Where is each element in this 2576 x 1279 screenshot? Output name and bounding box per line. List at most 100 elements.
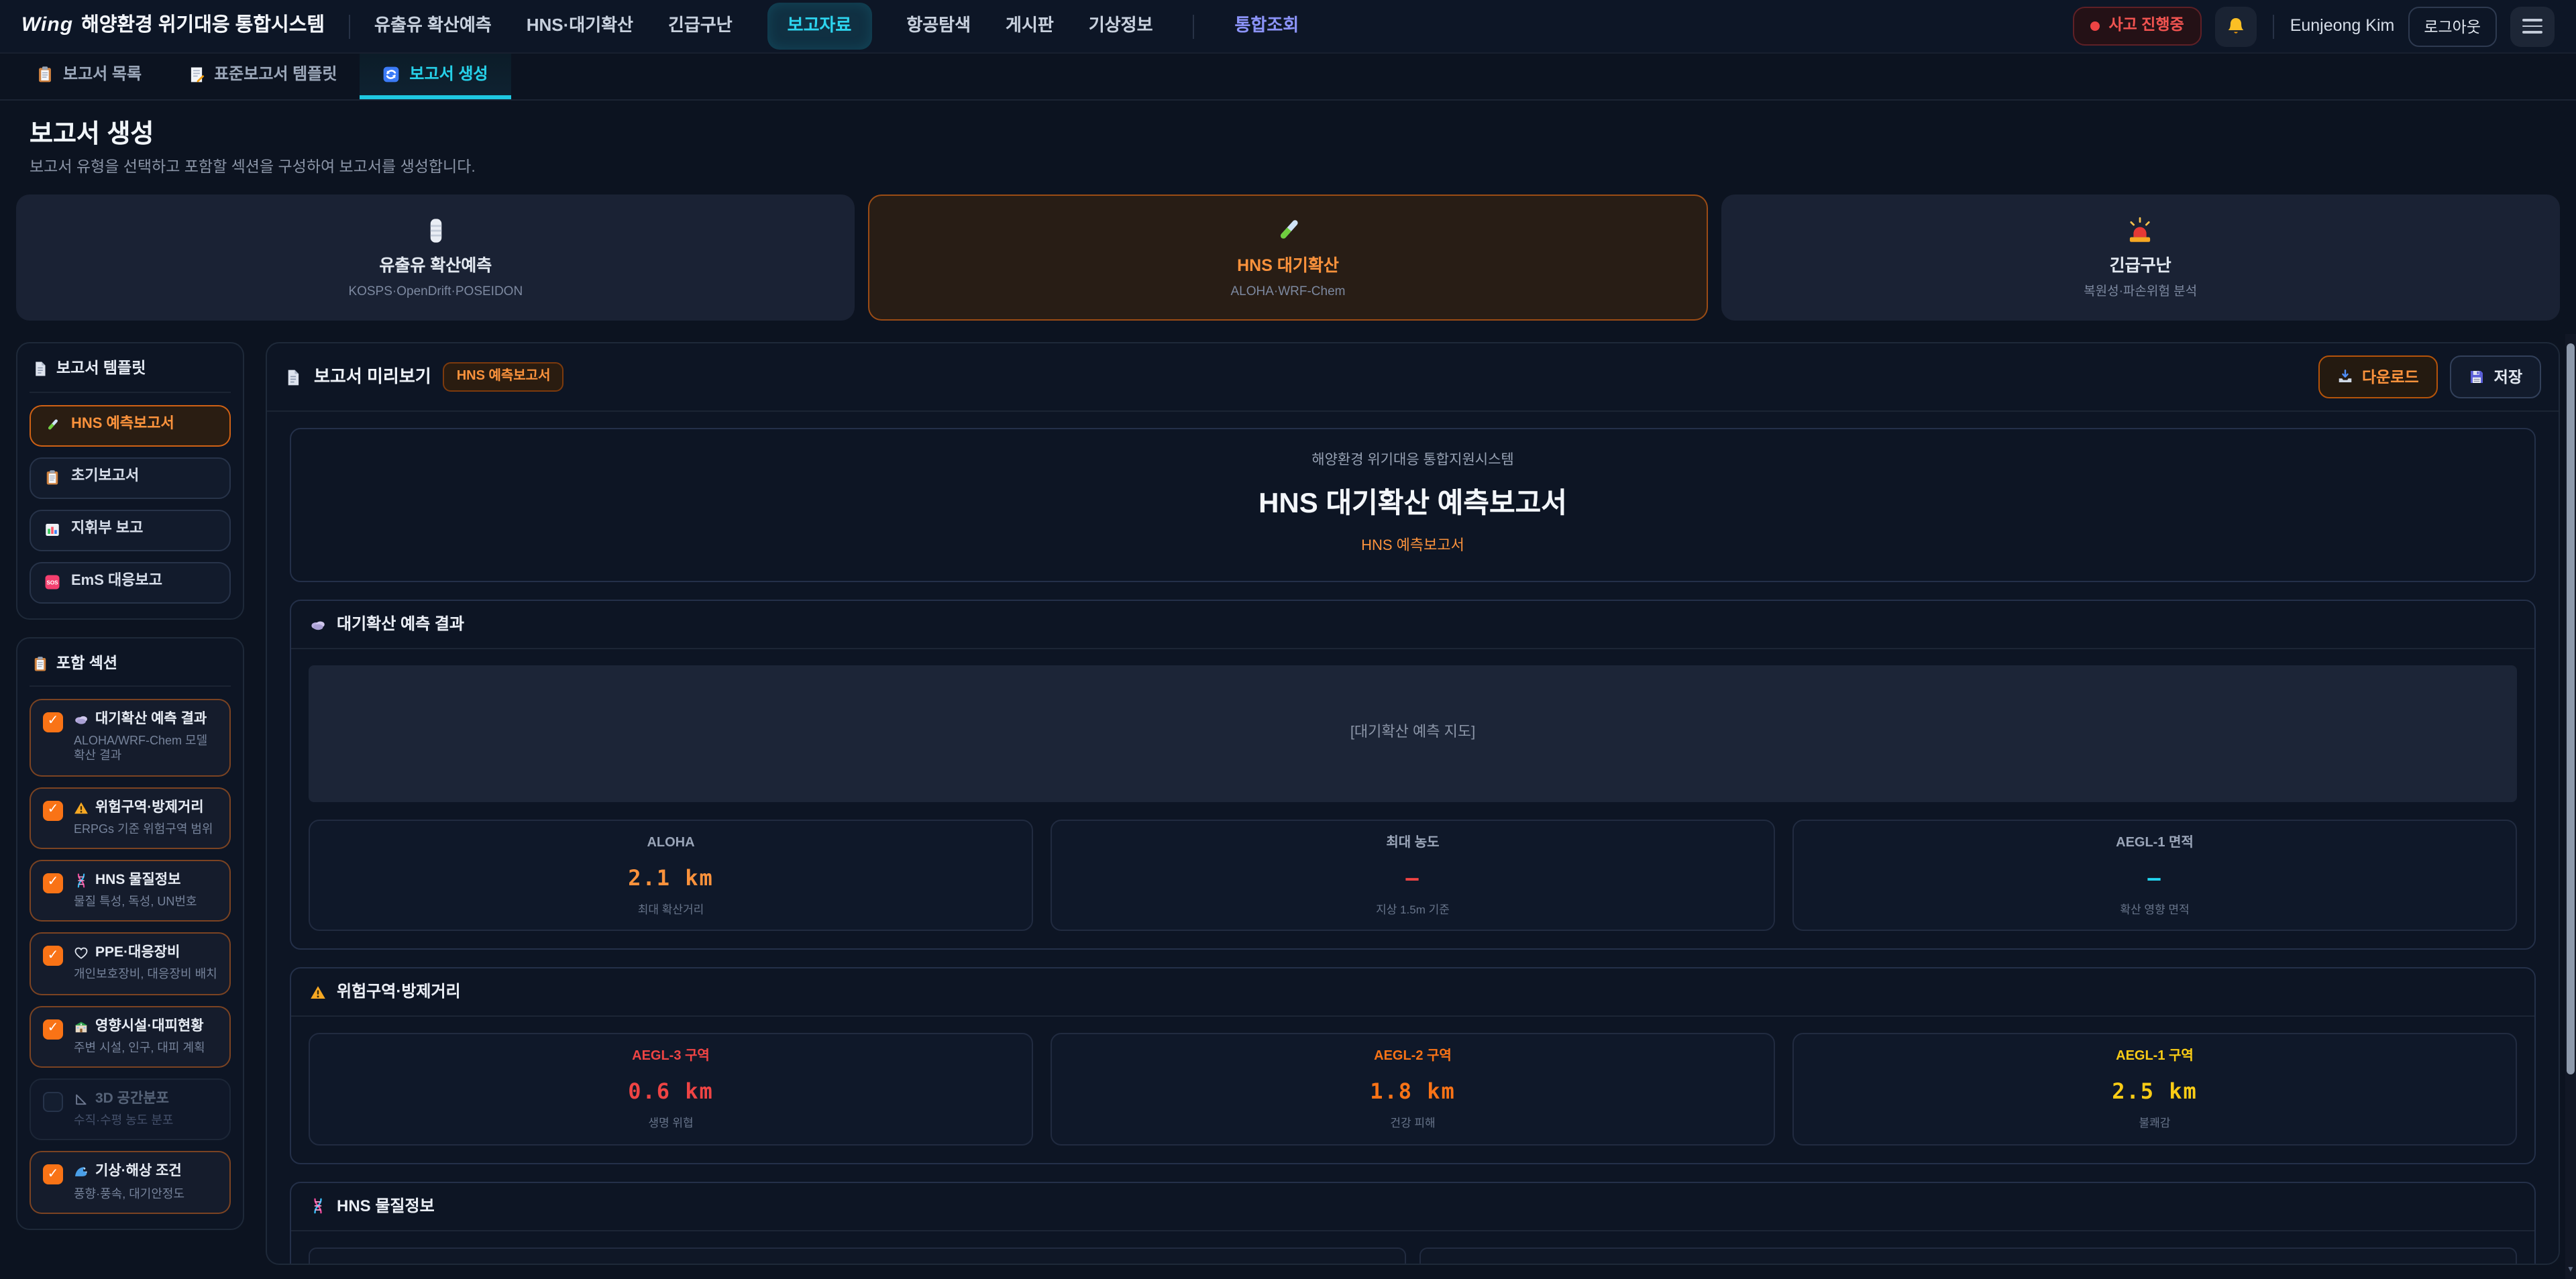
vertical-scrollbar[interactable]: ▼	[2565, 334, 2576, 1279]
doc-section-dispersion: 대기확산 예측 결과 [대기확산 예측 지도] ALOHA 2.1 km 최대 …	[290, 600, 2536, 950]
checkbox-checked[interactable]: ✓	[43, 800, 63, 820]
clipboard-icon	[32, 655, 48, 671]
dna-icon	[74, 873, 89, 888]
download-button[interactable]: 다운로드	[2318, 355, 2438, 398]
section-item-title: 위험구역·방제거리	[95, 799, 204, 816]
section-item-danger-zone[interactable]: ✓ 위험구역·방제거리 ERPGs 기준 위험구역 범위	[30, 787, 231, 849]
test-tube-icon	[1273, 216, 1303, 245]
template-item-ems[interactable]: SOS EmS 대응보고	[30, 561, 231, 603]
hamburger-icon	[2522, 19, 2542, 21]
notification-button[interactable]	[2215, 6, 2257, 46]
sections-panel-title: 포함 섹션	[56, 654, 117, 673]
main-nav: 유출유 확산예측 HNS·대기확산 긴급구난 보고자료 항공탐색 게시판 기상정…	[374, 3, 1299, 50]
sections-panel: 포함 섹션 ✓ 대기확산 예측 결과 ALOHA/WRF-Chem 모델 확산	[16, 636, 244, 1230]
type-card-oil-spill[interactable]: 유출유 확산예측 KOSPS·OpenDrift·POSEIDON	[16, 194, 855, 321]
save-label: 저장	[2494, 366, 2522, 388]
section-item-substance[interactable]: ✓ HNS 물질정보 물질 특성, 독성, UN번호	[30, 860, 231, 922]
nav-item-aerial-search[interactable]: 항공탐색	[906, 15, 971, 38]
report-org-line: 해양환경 위기대응 통합지원시스템	[305, 452, 2521, 469]
section-item-subtitle: 풍향·풍속, 대기안정도	[74, 1186, 184, 1202]
wave-icon	[74, 1165, 89, 1180]
incident-status-label: 사고 진행중	[2108, 17, 2184, 36]
nav-item-board[interactable]: 게시판	[1006, 15, 1054, 38]
template-item-initial[interactable]: 초기보고서	[30, 457, 231, 498]
section-item-subtitle: 수직·수평 농도 분포	[74, 1113, 174, 1129]
templates-panel: 보고서 템플릿 HNS 예측보고서 초기보고서	[16, 342, 244, 619]
document-icon	[32, 362, 48, 378]
metric-value: –	[1057, 865, 1768, 892]
section-item-subtitle: 주변 시설, 인구, 대피 계획	[74, 1041, 205, 1056]
tab-report-create-active[interactable]: 보고서 생성	[360, 54, 511, 99]
section-item-title: 기상·해상 조건	[95, 1164, 182, 1181]
nav-item-rescue[interactable]: 긴급구난	[668, 15, 733, 38]
triangle-ruler-icon	[74, 1092, 89, 1107]
nav-item-reports-active[interactable]: 보고자료	[767, 3, 872, 50]
save-button[interactable]: 저장	[2450, 355, 2541, 398]
report-tabs: 보고서 목록 표준보고서 템플릿 보고서 생성	[0, 54, 2576, 101]
svg-text:SOS: SOS	[46, 580, 58, 586]
page-subtitle: 보고서 유형을 선택하고 포함할 섹션을 구성하여 보고서를 생성합니다.	[30, 158, 2560, 178]
metric-value: –	[1799, 865, 2510, 892]
section-item-weather[interactable]: ✓ 기상·해상 조건 풍향·풍속, 대기안정도	[30, 1152, 231, 1214]
metric-label: AEGL-2 구역	[1057, 1050, 1768, 1066]
nav-item-oil-spill[interactable]: 유출유 확산예측	[374, 15, 492, 38]
type-card-hns-selected[interactable]: HNS 대기확산 ALOHA·WRF-Chem	[869, 194, 1708, 321]
nav-item-hns-dispersion[interactable]: HNS·대기확산	[527, 15, 633, 38]
section-item-ppe[interactable]: ✓ PPE·대응장비 개인보호장비, 대응장비 배치	[30, 933, 231, 995]
template-item-label: EmS 대응보고	[71, 573, 162, 592]
tab-report-list[interactable]: 보고서 목록	[13, 54, 164, 99]
metric-sub: 최대 확산거리	[315, 903, 1026, 917]
tab-label: 보고서 생성	[409, 64, 488, 85]
report-document: 해양환경 위기대응 통합지원시스템 HNS 대기확산 예측보고서 HNS 예측보…	[267, 412, 2559, 1264]
divider	[349, 14, 350, 38]
section-item-subtitle: ERPGs 기준 위험구역 범위	[74, 822, 213, 837]
doc-section-header: 대기확산 예측 결과	[291, 602, 2534, 650]
field-substance-name: 물질명 벤젠 (Benzene)	[309, 1247, 1406, 1264]
doc-section-header: 위험구역·방제거리	[291, 969, 2534, 1017]
doc-section-title: 대기확산 예측 결과	[337, 615, 464, 635]
app-window: Wing 해양환경 위기대응 통합시스템 유출유 확산예측 HNS·대기확산 긴…	[0, 0, 2576, 1279]
dispersion-metrics: ALOHA 2.1 km 최대 확산거리 최대 농도 – 지상 1.5m 기준	[309, 820, 2517, 932]
incident-status-badge: 사고 진행중	[2072, 7, 2201, 46]
report-title: HNS 대기확산 예측보고서	[305, 488, 2521, 523]
template-item-label: 초기보고서	[71, 468, 139, 487]
metric-max-concentration: 최대 농도 – 지상 1.5m 기준	[1051, 820, 1775, 932]
metric-sub: 지상 1.5m 기준	[1057, 903, 1768, 917]
sections-panel-header: 포함 섹션	[30, 650, 231, 687]
checkbox-checked[interactable]: ✓	[43, 1165, 63, 1185]
nav-item-weather[interactable]: 기상정보	[1089, 15, 1153, 38]
type-card-rescue[interactable]: 긴급구난 복원성·파손위험 분석	[1721, 194, 2560, 321]
scrollbar-down-arrow[interactable]: ▼	[2565, 1266, 2576, 1276]
section-item-subtitle: 개인보호장비, 대응장비 배치	[74, 968, 217, 983]
type-card-title: 유출유 확산예측	[379, 256, 492, 277]
section-item-dispersion[interactable]: ✓ 대기확산 예측 결과 ALOHA/WRF-Chem 모델 확산 결과	[30, 699, 231, 776]
tab-standard-template[interactable]: 표준보고서 템플릿	[164, 54, 360, 99]
logout-button[interactable]: 로그아웃	[2408, 6, 2497, 46]
metric-label: AEGL-3 구역	[315, 1050, 1026, 1066]
metric-sub: 생명 위협	[315, 1116, 1026, 1130]
scrollbar-thumb[interactable]	[2567, 343, 2575, 1074]
metric-label: AEGL-1 구역	[1799, 1050, 2510, 1066]
checkbox-checked[interactable]: ✓	[43, 946, 63, 966]
checkbox-checked[interactable]: ✓	[43, 712, 63, 732]
download-label: 다운로드	[2362, 366, 2419, 388]
template-item-label: HNS 예측보고서	[71, 416, 174, 435]
doc-section-danger-zone: 위험구역·방제거리 AEGL-3 구역 0.6 km 생명 위협 AEG	[290, 968, 2536, 1164]
clipboard-icon	[36, 66, 54, 83]
page-content: 보고서 생성 보고서 유형을 선택하고 포함할 섹션을 구성하여 보고서를 생성…	[0, 119, 2576, 1265]
checkbox-checked[interactable]: ✓	[43, 1019, 63, 1039]
checkbox-checked[interactable]: ✓	[43, 873, 63, 893]
section-item-facilities[interactable]: ✓ 영향시설·대피현황 주변 시설, 인구, 대피 계획	[30, 1005, 231, 1068]
fog-icon	[74, 712, 89, 727]
heart-outline-icon	[74, 946, 89, 961]
template-item-hns[interactable]: HNS 예측보고서	[30, 404, 231, 446]
top-nav-bar: Wing 해양환경 위기대응 통합시스템 유출유 확산예측 HNS·대기확산 긴…	[0, 0, 2576, 54]
nav-item-integrated-search[interactable]: 통합조회	[1235, 15, 1299, 38]
template-item-label: 지휘부 보고	[71, 520, 143, 539]
menu-button[interactable]	[2510, 6, 2555, 46]
siren-icon	[2126, 216, 2155, 245]
dispersion-map-placeholder: [대기확산 예측 지도]	[309, 666, 2517, 803]
memo-icon	[187, 66, 205, 83]
school-icon	[74, 1019, 89, 1034]
template-item-command[interactable]: 지휘부 보고	[30, 509, 231, 551]
